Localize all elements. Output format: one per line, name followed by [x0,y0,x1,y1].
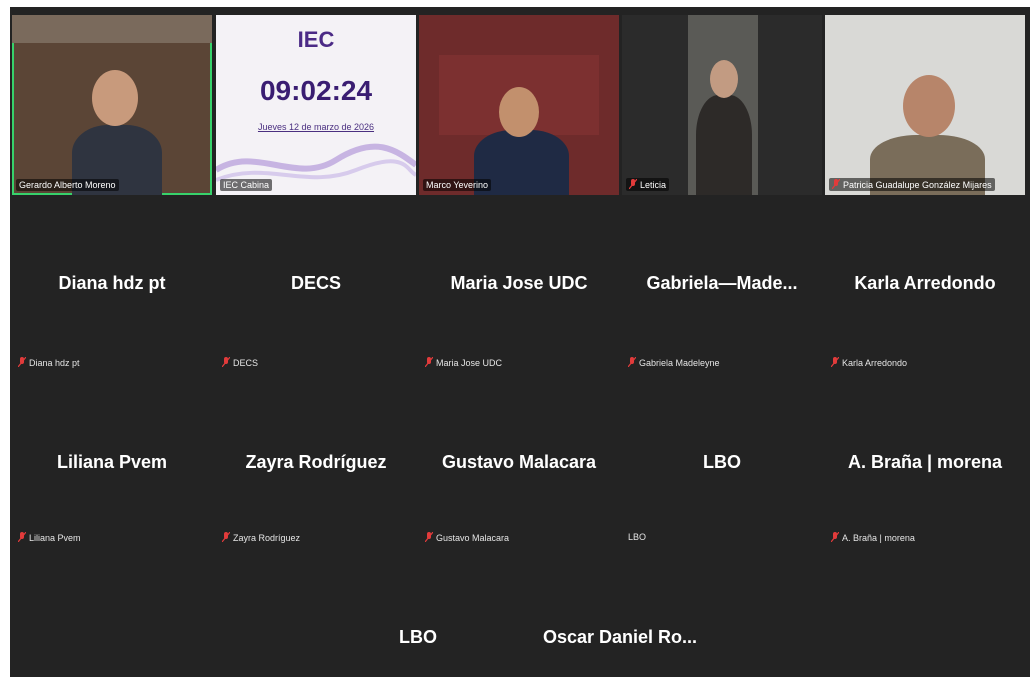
participant-name-tag: Marco Yeverino [423,179,492,191]
participant-tile[interactable]: Liliana Pvem Liliana Pvem [12,379,212,559]
participant-name-tag: Maria Jose UDC [425,357,502,368]
participant-tile[interactable]: Maria Jose UDC Maria Jose UDC [419,197,619,377]
participant-display-name: Maria Jose UDC [450,273,588,293]
participant-name-tag: DECS [222,357,258,368]
participant-tile[interactable]: Diana hdz pt Diana hdz pt [12,197,212,377]
video-tile-gerardo[interactable]: Gerardo Alberto Moreno [12,15,212,195]
participant-name-tag: Zayra Rodríguez [222,532,300,543]
person-head [499,87,539,137]
muted-mic-icon [222,357,230,367]
participant-tile[interactable]: A. Braña | morena A. Braña | morena [825,379,1025,559]
participant-display-name: DECS [290,273,341,293]
muted-mic-icon [18,357,26,367]
meeting-gallery: Gerardo Alberto Moreno IEC 09:02:24 Juev… [10,7,1030,677]
participant-name-tag: A. Braña | morena [831,532,915,543]
person-head [903,75,955,137]
muted-mic-icon [832,179,840,189]
participant-display-name: Zayra Rodríguez [245,452,387,472]
participant-display-name: LBO [703,452,741,472]
participant-name-tag: Patricia Guadalupe González Mijares [829,178,995,191]
participant-display-name: Gabriela—Made... [646,273,798,293]
clock-display: 09:02:24 [259,75,373,106]
participant-name-tag: Liliana Pvem [18,532,81,543]
person-head [710,60,738,98]
muted-mic-icon [425,357,433,367]
participant-display-name: Gustavo Malacara [441,452,597,472]
muted-mic-icon [222,532,230,542]
participant-tile[interactable]: Zayra Rodríguez Zayra Rodríguez [216,379,416,559]
video-tile-iec-cabina[interactable]: IEC 09:02:24 Jueves 12 de marzo de 2026 … [216,15,416,195]
participant-display-name: A. Braña | morena [847,452,1003,472]
participant-display-name: Diana hdz pt [58,273,166,293]
muted-mic-icon [18,532,26,542]
participant-tile[interactable]: Gustavo Malacara Gustavo Malacara [419,379,619,559]
video-tile-leticia[interactable]: Leticia [622,15,822,195]
video-tile-marco[interactable]: Marco Yeverino [419,15,619,195]
muted-mic-icon [629,179,637,189]
participant-name-tag: Diana hdz pt [18,357,80,368]
participant-name-tag: IEC Cabina [220,179,273,191]
muted-mic-icon [831,532,839,542]
muted-mic-icon [425,532,433,542]
participant-name-tag: Gerardo Alberto Moreno [16,179,119,191]
muted-mic-icon [628,357,636,367]
participant-name-tag: Leticia [626,178,670,191]
participant-display-name: Karla Arredondo [854,273,996,293]
participant-tile[interactable]: LBO [318,561,518,677]
participant-name-tag: LBO [628,532,647,542]
video-tile-patricia[interactable]: Patricia Guadalupe González Mijares [825,15,1025,195]
person-figure [696,95,752,195]
person-head [92,70,138,126]
participant-tile[interactable]: Gabriela—Made... Gabriela Madeleyne [622,197,822,377]
participant-tile[interactable]: DECS DECS [216,197,416,377]
date-display: Jueves 12 de marzo de 2026 [257,122,375,132]
muted-mic-icon [831,357,839,367]
iec-logo: IEC [297,27,335,52]
participant-tile[interactable]: LBO LBO [622,379,822,559]
participant-name-tag: Gabriela Madeleyne [628,357,720,368]
participant-display-name: Liliana Pvem [56,452,168,472]
participant-tile[interactable]: Karla Arredondo Karla Arredondo [825,197,1025,377]
participant-name-tag: Karla Arredondo [831,357,907,368]
participant-name-tag: Gustavo Malacara [425,532,509,543]
party-logos-banner [12,15,212,43]
participant-display-name: LBO [399,627,437,647]
participant-display-name: Oscar Daniel Ro... [542,627,698,647]
participant-tile[interactable]: Oscar Daniel Ro... [520,561,720,677]
